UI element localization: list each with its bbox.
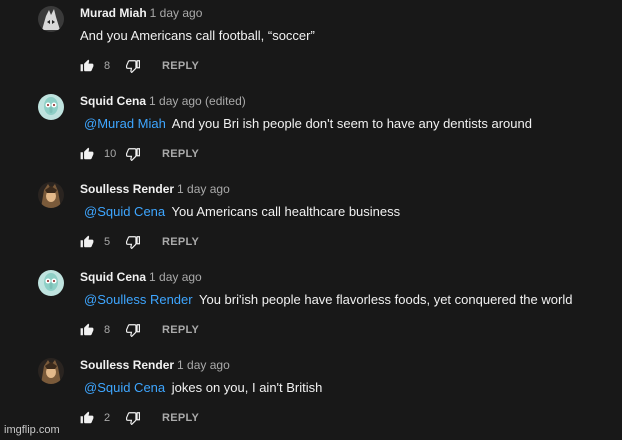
- wolf-avatar-icon[interactable]: [38, 6, 64, 32]
- thumbs-up-icon[interactable]: [80, 234, 96, 250]
- comment-item: Soulless Render 1 day ago @Squid Cena You…: [0, 176, 622, 264]
- thumbs-up-icon[interactable]: [80, 146, 96, 162]
- comment-actions: 2 REPLY: [80, 408, 199, 428]
- comment-text: You Americans call healthcare business: [171, 204, 401, 219]
- like-count: 8: [104, 60, 111, 72]
- comment-time[interactable]: 1 day ago (edited): [149, 94, 246, 108]
- thumbs-down-icon[interactable]: [126, 146, 142, 162]
- comment-header: Murad Miah 1 day ago: [80, 4, 202, 22]
- comment-text-row: @Soulless Render You bri'ish people have…: [80, 292, 572, 307]
- comment-author[interactable]: Squid Cena: [80, 270, 146, 284]
- reply-button[interactable]: REPLY: [162, 412, 199, 424]
- thumbs-down-icon[interactable]: [126, 322, 142, 338]
- comment-text-row: And you Americans call football, “soccer…: [80, 28, 315, 43]
- comment-header: Squid Cena 1 day ago (edited): [80, 92, 246, 110]
- comment-author[interactable]: Soulless Render: [80, 182, 174, 196]
- reply-button[interactable]: REPLY: [162, 236, 199, 248]
- comment-actions: 10 REPLY: [80, 144, 199, 164]
- mention-link[interactable]: @Squid Cena: [80, 380, 168, 395]
- character-avatar-icon[interactable]: [38, 358, 64, 384]
- thumbs-up-icon[interactable]: [80, 58, 96, 74]
- thumbs-down-icon[interactable]: [126, 58, 142, 74]
- comment-text-row: @Squid Cena You Americans call healthcar…: [80, 204, 400, 219]
- comment-actions: 5 REPLY: [80, 232, 199, 252]
- squidward-avatar-icon[interactable]: [38, 94, 64, 120]
- reply-button[interactable]: REPLY: [162, 60, 199, 72]
- watermark-text: imgflip.com: [4, 424, 60, 436]
- comment-time[interactable]: 1 day ago: [150, 6, 203, 20]
- mention-link[interactable]: @Murad Miah: [80, 116, 169, 131]
- thumbs-down-icon[interactable]: [126, 234, 142, 250]
- comment-author[interactable]: Murad Miah: [80, 6, 147, 20]
- comment-item: Squid Cena 1 day ago (edited) @Murad Miah…: [0, 88, 622, 176]
- comment-time[interactable]: 1 day ago: [177, 182, 230, 196]
- like-count: 5: [104, 236, 111, 248]
- comment-text: You bri'ish people have flavorless foods…: [198, 292, 573, 307]
- like-count: 8: [104, 324, 111, 336]
- comment-text-row: @Squid Cena jokes on you, I ain't Britis…: [80, 380, 322, 395]
- character-avatar-icon[interactable]: [38, 182, 64, 208]
- thumbs-down-icon[interactable]: [126, 410, 142, 426]
- comment-thread: Murad Miah 1 day ago And you Americans ca…: [0, 0, 622, 439]
- thumbs-up-icon[interactable]: [80, 410, 96, 426]
- comment-author[interactable]: Soulless Render: [80, 358, 174, 372]
- thumbs-up-icon[interactable]: [80, 322, 96, 338]
- comment-header: Squid Cena 1 day ago: [80, 268, 202, 286]
- comment-header: Soulless Render 1 day ago: [80, 356, 230, 374]
- comment-actions: 8 REPLY: [80, 320, 199, 340]
- comment-item: Soulless Render 1 day ago @Squid Cena jok…: [0, 352, 622, 440]
- comment-text: And you Bri ish people don't seem to hav…: [171, 116, 532, 131]
- squidward-avatar-icon[interactable]: [38, 270, 64, 296]
- mention-link[interactable]: @Squid Cena: [80, 204, 168, 219]
- mention-link[interactable]: @Soulless Render: [80, 292, 196, 307]
- comment-text: jokes on you, I ain't British: [171, 380, 323, 395]
- comment-actions: 8 REPLY: [80, 56, 199, 76]
- comment-time[interactable]: 1 day ago: [149, 270, 202, 284]
- reply-button[interactable]: REPLY: [162, 324, 199, 336]
- comment-item: Murad Miah 1 day ago And you Americans ca…: [0, 0, 622, 88]
- comment-header: Soulless Render 1 day ago: [80, 180, 230, 198]
- reply-button[interactable]: REPLY: [162, 148, 199, 160]
- comment-text-row: @Murad Miah And you Bri ish people don't…: [80, 116, 532, 131]
- like-count: 2: [104, 412, 111, 424]
- like-count: 10: [104, 148, 117, 160]
- comment-text: And you Americans call football, “soccer…: [80, 28, 315, 43]
- comment-author[interactable]: Squid Cena: [80, 94, 146, 108]
- comment-item: Squid Cena 1 day ago @Soulless Render You…: [0, 264, 622, 352]
- comment-time[interactable]: 1 day ago: [177, 358, 230, 372]
